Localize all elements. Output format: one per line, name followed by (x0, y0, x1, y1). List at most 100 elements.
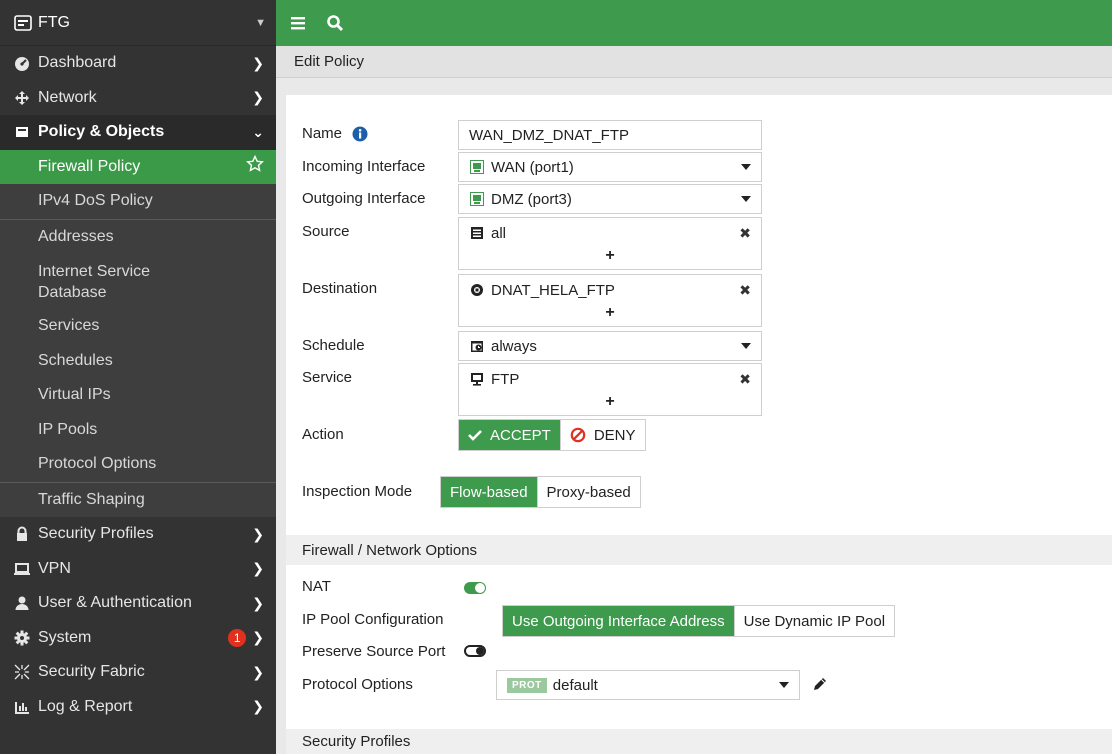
preserve-source-port-toggle[interactable] (464, 645, 486, 657)
deny-button[interactable]: DENY (559, 420, 645, 450)
service-label: Service (302, 369, 353, 386)
chevron-right-icon: ❯ (252, 54, 264, 71)
name-label-row: Name (302, 125, 368, 142)
lock-icon (12, 526, 32, 542)
sidebar-item-system[interactable]: System 1 ❯ (0, 621, 276, 656)
fabric-icon (12, 664, 32, 680)
sidebar-item-network[interactable]: Network ❯ (0, 81, 276, 116)
destination-label: Destination (302, 280, 378, 297)
sidebar-item-label: Internet Service Database (38, 262, 151, 301)
schedule-value: always (491, 337, 537, 355)
outgoing-interface-select[interactable]: DMZ (port3) (458, 184, 762, 214)
sidebar-item-log-report[interactable]: Log & Report ❯ (0, 690, 276, 725)
edit-pencil-icon[interactable] (812, 676, 828, 692)
incoming-interface-select[interactable]: WAN (port1) (458, 152, 762, 182)
sidebar-item-label: Traffic Shaping (38, 490, 145, 508)
protocol-options-select[interactable]: PROT default (496, 670, 800, 700)
dashboard-icon (12, 55, 32, 72)
sidebar-subitem-services[interactable]: Services (0, 309, 276, 344)
sidebar-item-label: Network (38, 88, 97, 106)
inspection-mode-label: Inspection Mode (302, 483, 413, 500)
remove-icon[interactable]: ✖ (739, 282, 751, 299)
page-header: Edit Policy (276, 46, 1112, 78)
sidebar-subitem-addresses[interactable]: Addresses (0, 220, 276, 255)
action-label: Action (302, 426, 344, 443)
sidebar-item-label: Addresses (38, 227, 114, 245)
destination-field[interactable]: DNAT_HELA_FTP ✖ + (458, 274, 762, 327)
chevron-right-icon: ❯ (252, 594, 264, 611)
sidebar-item-policy-objects[interactable]: Policy & Objects ⌄ (0, 115, 276, 150)
destination-entry: DNAT_HELA_FTP ✖ (469, 279, 751, 301)
device-selector[interactable]: FTG ▼ (0, 0, 276, 46)
page-title: Edit Policy (294, 53, 365, 70)
policy-submenu: Firewall Policy IPv4 DoS Policy Addresse… (0, 149, 276, 518)
fortigate-icon (14, 14, 32, 32)
gear-icon (12, 630, 32, 646)
source-field[interactable]: all ✖ + (458, 217, 762, 270)
schedule-select[interactable]: always (458, 331, 762, 361)
prot-tag: PROT (507, 677, 547, 693)
info-icon[interactable] (352, 126, 368, 142)
add-service-button[interactable]: + (469, 390, 751, 414)
virtual-ip-icon (469, 282, 485, 298)
sidebar-item-label: Policy & Objects (38, 123, 165, 141)
vpn-icon (12, 561, 32, 577)
search-icon[interactable] (326, 14, 344, 32)
sidebar-subitem-internet-service-database[interactable]: Internet Service Database (0, 254, 276, 309)
sidebar-subitem-virtual-ips[interactable]: Virtual IPs (0, 378, 276, 413)
name-input[interactable]: WAN_DMZ_DNAT_FTP (458, 120, 762, 150)
flow-based-button[interactable]: Flow-based (441, 477, 537, 507)
service-field[interactable]: FTP ✖ + (458, 363, 762, 416)
incoming-interface-value: WAN (port1) (491, 158, 574, 176)
chevron-down-icon: ⌄ (252, 123, 264, 140)
chart-icon (12, 699, 32, 715)
sidebar-item-label: System (38, 628, 92, 646)
use-dynamic-ip-pool-button[interactable]: Use Dynamic IP Pool (733, 606, 895, 636)
remove-icon[interactable]: ✖ (739, 371, 751, 388)
source-label: Source (302, 223, 350, 240)
sidebar-item-label: User & Authentication (38, 594, 192, 612)
source-entry: all ✖ (469, 222, 751, 244)
sidebar-item-vpn[interactable]: VPN ❯ (0, 552, 276, 587)
outgoing-interface-value: DMZ (port3) (491, 190, 572, 208)
incoming-interface-label: Incoming Interface (302, 158, 426, 175)
sidebar-item-label: Dashboard (38, 54, 117, 72)
menu-icon[interactable] (290, 15, 306, 31)
remove-icon[interactable]: ✖ (739, 225, 751, 242)
sidebar-subitem-firewall-policy[interactable]: Firewall Policy (0, 149, 276, 184)
top-bar (276, 0, 1112, 46)
interface-icon (469, 159, 485, 175)
inspection-mode-toggle: Flow-based Proxy-based (440, 476, 641, 508)
add-destination-button[interactable]: + (469, 301, 751, 325)
source-value: all (491, 224, 507, 242)
sidebar-item-label: Schedules (38, 351, 113, 369)
edit-policy-form: Name WAN_DMZ_DNAT_FTP Incoming Interface… (286, 95, 1112, 754)
notification-badge: 1 (228, 628, 247, 647)
deny-label: DENY (593, 426, 636, 444)
sidebar-subitem-schedules[interactable]: Schedules (0, 344, 276, 379)
sidebar-item-label: Firewall Policy (38, 157, 141, 175)
accept-button[interactable]: ACCEPT (459, 420, 560, 450)
network-icon (12, 90, 32, 106)
chevron-right-icon: ❯ (252, 698, 264, 715)
sidebar-subitem-ipv4-dos-policy[interactable]: IPv4 DoS Policy (0, 184, 276, 219)
sidebar-subitem-ip-pools[interactable]: IP Pools (0, 413, 276, 448)
sidebar-subitem-traffic-shaping[interactable]: Traffic Shaping (0, 483, 276, 518)
nat-toggle[interactable] (464, 582, 486, 594)
sidebar-subitem-protocol-options[interactable]: Protocol Options (0, 447, 276, 482)
dropdown-arrow-icon (741, 343, 751, 349)
protocol-options-value: default (552, 676, 598, 694)
sidebar-item-label: IPv4 DoS Policy (38, 192, 153, 210)
sidebar-item-security-fabric[interactable]: Security Fabric ❯ (0, 655, 276, 690)
add-source-button[interactable]: + (469, 244, 751, 268)
schedule-icon (469, 338, 485, 354)
sidebar-item-dashboard[interactable]: Dashboard ❯ (0, 46, 276, 81)
sidebar-item-user-authentication[interactable]: User & Authentication ❯ (0, 586, 276, 621)
sidebar-item-label: Security Fabric (38, 663, 145, 681)
star-icon[interactable] (245, 155, 265, 178)
section-title: Security Profiles (302, 733, 411, 750)
address-icon (469, 225, 485, 241)
proxy-based-button[interactable]: Proxy-based (536, 477, 640, 507)
use-outgoing-interface-button[interactable]: Use Outgoing Interface Address (503, 606, 734, 636)
sidebar-item-security-profiles[interactable]: Security Profiles ❯ (0, 517, 276, 552)
